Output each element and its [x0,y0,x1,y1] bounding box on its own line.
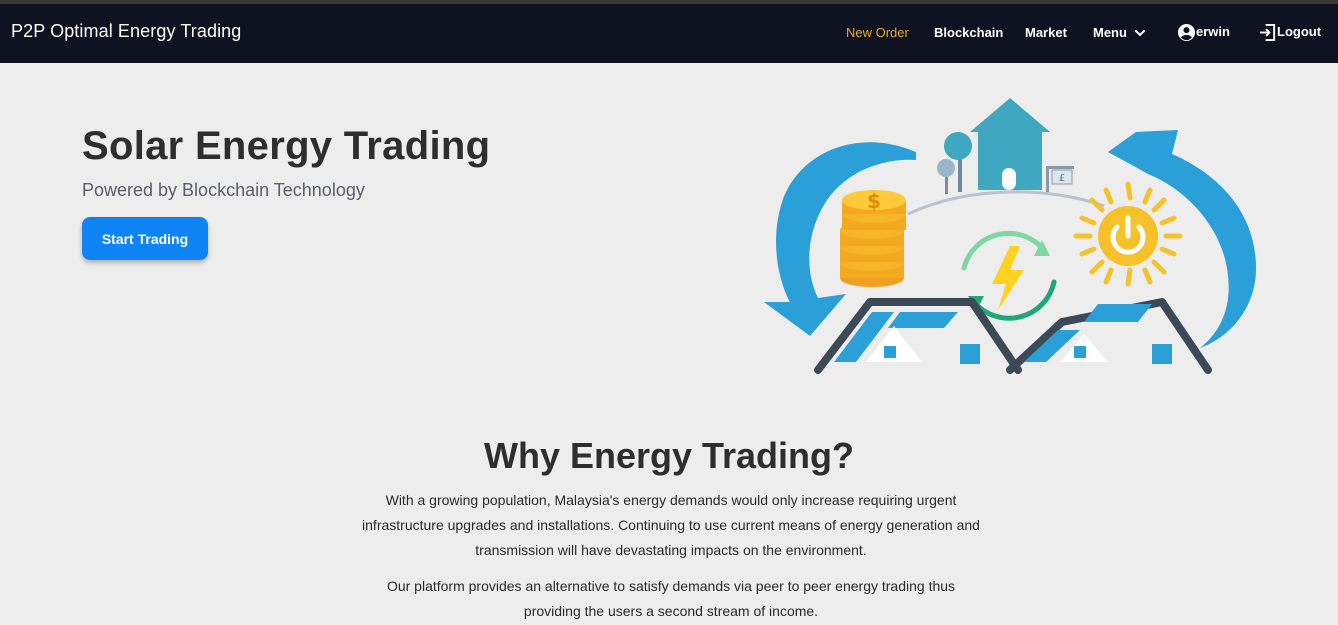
nav-logout[interactable]: Logout [1258,23,1321,42]
nav-user[interactable]: erwin [1177,23,1230,42]
sign-symbol: £ [1059,173,1065,184]
logout-icon [1259,23,1276,42]
hill-line [907,190,1105,216]
start-trading-button[interactable]: Start Trading [82,217,208,260]
hero-title: Solar Energy Trading [82,124,491,168]
nav-new-order[interactable]: New Order [846,25,909,40]
tree-icon [937,132,972,194]
nav-menu-label: Menu [1093,25,1127,40]
nav-menu[interactable]: Menu [1093,25,1147,40]
user-name: erwin [1196,23,1230,39]
solar-trading-illustration: £ $ [764,98,1256,374]
brand-title[interactable]: P2P Optimal Energy Trading [11,21,241,42]
solar-roof-right-icon [1006,298,1212,374]
nav-blockchain[interactable]: Blockchain [934,25,1003,40]
hero-subtitle: Powered by Blockchain Technology [82,180,365,200]
chevron-down-icon [1134,29,1145,36]
account-circle-icon [1177,23,1196,42]
sun-icon [1073,181,1183,287]
why-title: Why Energy Trading? [483,435,855,476]
coin-symbol: $ [867,189,881,213]
logout-label: Logout [1277,23,1322,39]
navbar: P2P Optimal Energy Trading New Order Blo… [0,4,1338,63]
nav-market[interactable]: Market [1025,25,1067,40]
why-paragraph-2: Our platform provides an alternative to … [386,578,956,619]
coin-stack-icon: $ [840,189,906,287]
why-paragraph-1: With a growing population, Malaysia's en… [362,492,980,558]
house-icon [970,98,1050,190]
sign-icon: £ [1046,166,1074,192]
